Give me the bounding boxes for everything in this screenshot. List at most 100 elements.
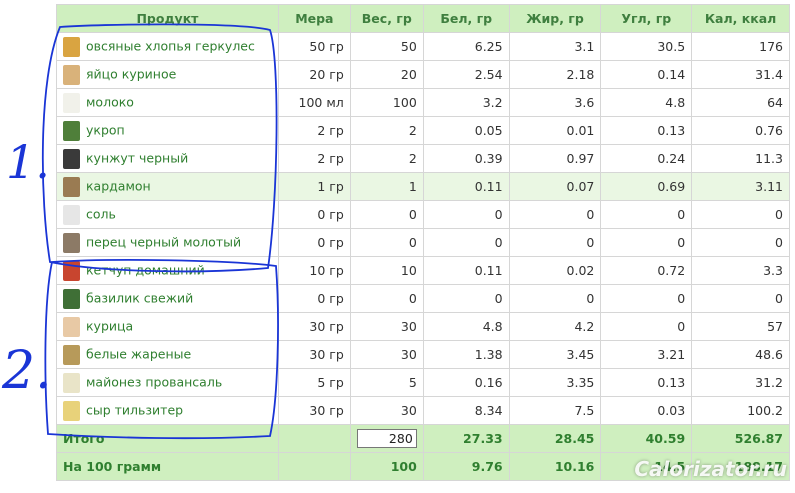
product-name-link[interactable]: кетчуп домашний (86, 262, 205, 277)
col-product-header[interactable]: Продукт (56, 4, 279, 33)
cell-kcal: 176 (691, 32, 790, 61)
col-fat-header[interactable]: Жир, гр (508, 4, 602, 33)
product-name-link[interactable]: укроп (86, 122, 125, 137)
per100-weight: 100 (349, 452, 424, 481)
cell-weight: 30 (349, 340, 424, 369)
cell-measure: 1 гр (277, 172, 351, 201)
product-cell[interactable]: яйцо куриное (56, 60, 279, 89)
table-row[interactable]: курица 30 гр 30 4.8 4.2 0 57 (56, 312, 790, 341)
product-name-link[interactable]: соль (86, 206, 116, 221)
cell-fat: 0 (508, 200, 602, 229)
product-cell[interactable]: майонез провансаль (56, 368, 279, 397)
table-row[interactable]: укроп 2 гр 2 0.05 0.01 0.13 0.76 (56, 116, 790, 145)
col-carbs-header[interactable]: Угл, гр (600, 4, 693, 33)
table-row[interactable]: кардамон 1 гр 1 0.11 0.07 0.69 3.11 (56, 172, 790, 201)
table-row[interactable]: кетчуп домашний 10 гр 10 0.11 0.02 0.72 3.3 (56, 256, 790, 285)
cell-weight: 2 (349, 116, 424, 145)
cell-measure: 100 мл (277, 88, 351, 117)
cell-fat: 0 (508, 284, 602, 313)
total-measure-cell (277, 424, 351, 453)
table-row[interactable]: кунжут черный 2 гр 2 0.39 0.97 0.24 11.3 (56, 144, 790, 173)
product-name-link[interactable]: кунжут черный (86, 150, 188, 165)
cell-weight: 100 (349, 88, 424, 117)
product-name-link[interactable]: яйцо куриное (86, 66, 176, 81)
group-1-label: 1. (6, 135, 50, 189)
table-row[interactable]: перец черный молотый 0 гр 0 0 0 0 0 (56, 228, 790, 257)
nutrition-table: Продукт Мера Вес, гр Бел, гр Жир, гр Угл… (56, 4, 790, 481)
table-row[interactable]: майонез провансаль 5 гр 5 0.16 3.35 0.13 31.2 (56, 368, 790, 397)
cell-kcal: 31.2 (691, 368, 790, 397)
product-name-link[interactable]: курица (86, 318, 133, 333)
cell-carbs: 0 (600, 200, 693, 229)
product-name-link[interactable]: базилик свежий (86, 290, 193, 305)
black-pepper-icon (63, 232, 80, 253)
cell-protein: 0.05 (422, 116, 510, 145)
product-cell[interactable]: сыр тильзитер (56, 396, 279, 425)
cheese-icon (63, 400, 80, 421)
basil-icon (63, 288, 80, 309)
product-cell[interactable]: курица (56, 312, 279, 341)
cell-carbs: 0.13 (600, 368, 693, 397)
product-name-link[interactable]: перец черный молотый (86, 234, 241, 249)
product-cell[interactable]: кетчуп домашний (56, 256, 279, 285)
cell-kcal: 3.3 (691, 256, 790, 285)
cell-weight: 1 (349, 172, 424, 201)
col-weight-header[interactable]: Вес, гр (349, 4, 424, 33)
total-weight-input[interactable]: 280 (356, 429, 417, 448)
cell-measure: 10 гр (277, 256, 351, 285)
col-protein-header[interactable]: Бел, гр (422, 4, 510, 33)
product-name-link[interactable]: кардамон (86, 178, 151, 193)
cell-weight: 10 (349, 256, 424, 285)
col-kcal-header[interactable]: Кал, ккал (691, 4, 790, 33)
table-row[interactable]: яйцо куриное 20 гр 20 2.54 2.18 0.14 31.4 (56, 60, 790, 89)
fried-mushrooms-icon (63, 344, 80, 365)
product-name-link[interactable]: майонез провансаль (86, 374, 222, 389)
product-cell[interactable]: укроп (56, 116, 279, 145)
product-name-link[interactable]: овсяные хлопья геркулес (86, 38, 255, 53)
cell-measure: 30 гр (277, 312, 351, 341)
product-cell[interactable]: овсяные хлопья геркулес (56, 32, 279, 61)
cell-kcal: 64 (691, 88, 790, 117)
cell-protein: 0.11 (422, 172, 510, 201)
cell-protein: 4.8 (422, 312, 510, 341)
product-name-link[interactable]: белые жареные (86, 346, 191, 361)
product-cell[interactable]: соль (56, 200, 279, 229)
table-row[interactable]: сыр тильзитер 30 гр 30 8.34 7.5 0.03 100.2 (56, 396, 790, 425)
cell-protein: 8.34 (422, 396, 510, 425)
total-kcal: 526.87 (691, 424, 790, 453)
cell-measure: 30 гр (277, 396, 351, 425)
table-row[interactable]: овсяные хлопья геркулес 50 гр 50 6.25 3.1 30.… (56, 32, 790, 61)
cell-protein: 1.38 (422, 340, 510, 369)
cell-protein: 0.11 (422, 256, 510, 285)
cell-protein: 6.25 (422, 32, 510, 61)
black-sesame-icon (63, 148, 80, 169)
cell-fat: 2.18 (508, 60, 602, 89)
product-cell[interactable]: кардамон (56, 172, 279, 201)
table-row[interactable]: белые жареные 30 гр 30 1.38 3.45 3.21 48.6 (56, 340, 790, 369)
cell-kcal: 0 (691, 284, 790, 313)
cell-carbs: 0.24 (600, 144, 693, 173)
product-name-link[interactable]: сыр тильзитер (86, 402, 183, 417)
col-measure-header[interactable]: Мера (277, 4, 351, 33)
cell-measure: 5 гр (277, 368, 351, 397)
cell-carbs: 0.72 (600, 256, 693, 285)
total-row: Итого 280 27.33 28.45 40.59 526.87 (56, 424, 790, 453)
product-cell[interactable]: белые жареные (56, 340, 279, 369)
cell-kcal: 57 (691, 312, 790, 341)
per100-fat: 10.16 (508, 452, 602, 481)
ketchup-icon (63, 260, 80, 281)
cell-measure: 30 гр (277, 340, 351, 369)
product-cell[interactable]: молоко (56, 88, 279, 117)
table-row[interactable]: базилик свежий 0 гр 0 0 0 0 0 (56, 284, 790, 313)
product-name-link[interactable]: молоко (86, 94, 134, 109)
cell-measure: 0 гр (277, 284, 351, 313)
table-row[interactable]: соль 0 гр 0 0 0 0 0 (56, 200, 790, 229)
product-cell[interactable]: перец черный молотый (56, 228, 279, 257)
egg-icon (63, 64, 80, 85)
cardamom-icon (63, 176, 80, 197)
cell-carbs: 0.13 (600, 116, 693, 145)
product-cell[interactable]: кунжут черный (56, 144, 279, 173)
cell-carbs: 0.03 (600, 396, 693, 425)
table-row[interactable]: молоко 100 мл 100 3.2 3.6 4.8 64 (56, 88, 790, 117)
product-cell[interactable]: базилик свежий (56, 284, 279, 313)
